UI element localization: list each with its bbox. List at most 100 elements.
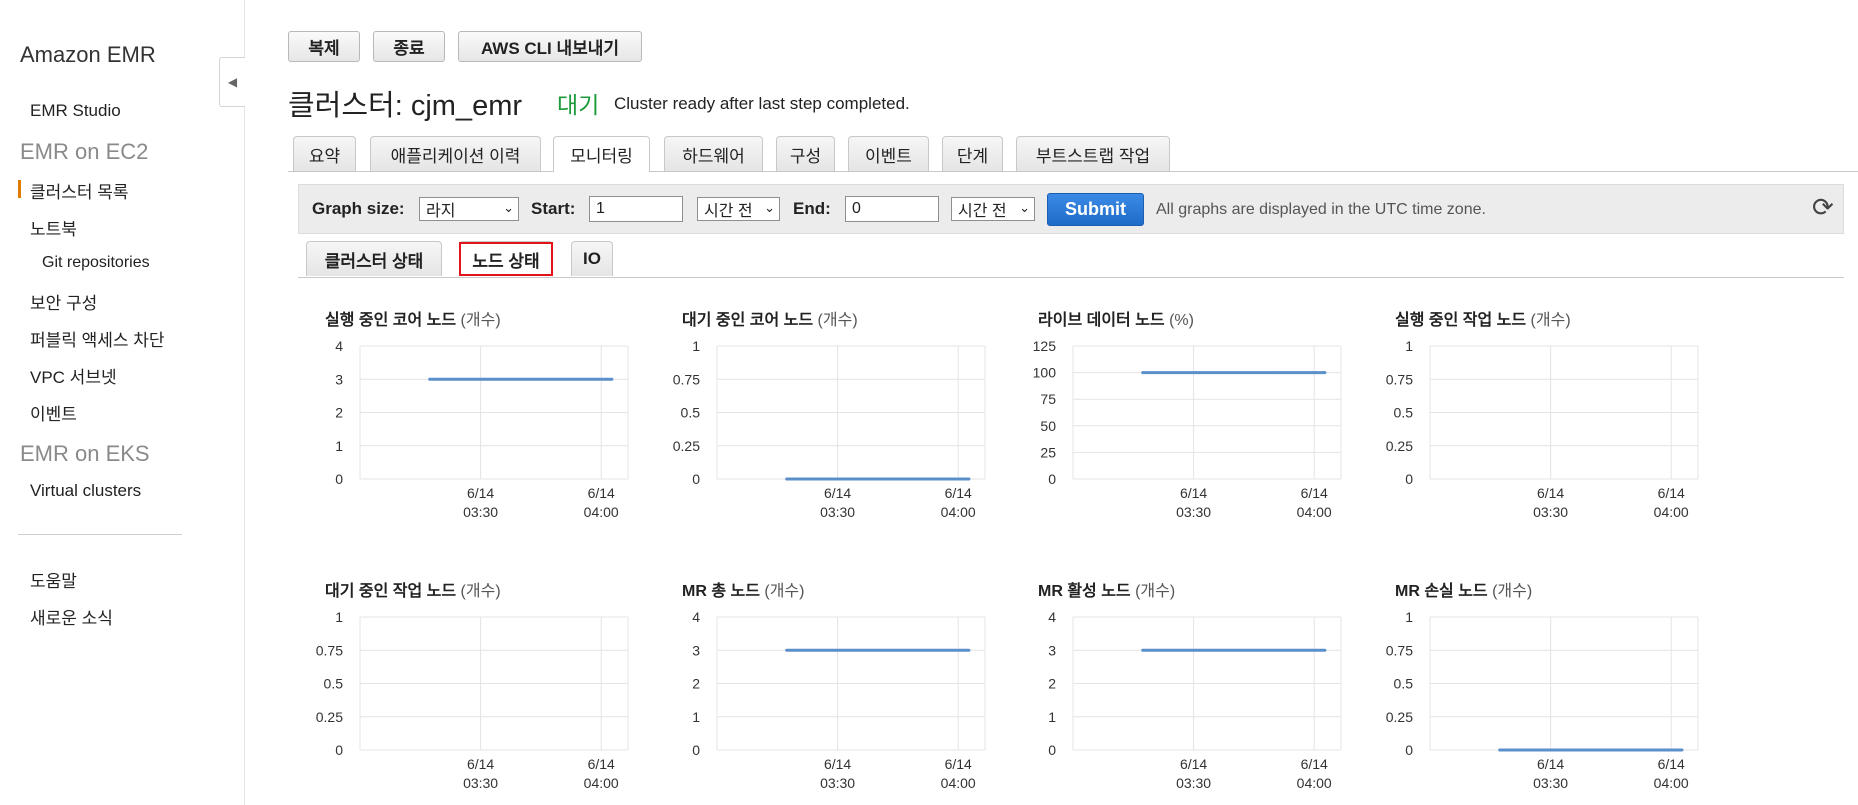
chart-svg: 0 1 2 3 4 6/14 03:30 6/14 04:00: [1048, 609, 1342, 791]
cluster-status: 대기: [557, 92, 600, 118]
x-tick-label: 03:30: [1176, 775, 1211, 791]
chevron-down-icon: ⌄: [1019, 200, 1030, 215]
x-tick-label: 6/14: [1537, 756, 1564, 772]
y-tick-label: 0.75: [1386, 642, 1413, 658]
active-nav-indicator: [18, 180, 21, 198]
sidebar-item-virtual-clusters[interactable]: Virtual clusters: [30, 481, 141, 501]
x-tick-label: 6/14: [1537, 485, 1564, 501]
y-tick-label: 3: [692, 642, 700, 658]
y-tick-label: 1: [1405, 338, 1413, 354]
x-tick-label: 6/14: [1658, 485, 1685, 501]
collapse-sidebar-button[interactable]: ◀: [219, 57, 245, 107]
subtab-node-status[interactable]: 노드 상태: [459, 241, 553, 276]
sidebar-item-emr-studio[interactable]: EMR Studio: [30, 101, 121, 121]
chevron-down-icon: ⌄: [503, 200, 514, 215]
subtab-bar-border: [298, 277, 1844, 278]
x-tick-label: 6/14: [588, 756, 615, 772]
x-tick-label: 04:00: [941, 504, 976, 520]
y-tick-label: 1: [692, 709, 700, 725]
tab-configuration[interactable]: 구성: [776, 136, 835, 171]
y-tick-label: 125: [1033, 338, 1057, 354]
tab-bootstrap-actions[interactable]: 부트스트랩 작업: [1016, 136, 1170, 171]
y-tick-label: 0: [335, 742, 343, 758]
sidebar-item-events[interactable]: 이벤트: [30, 400, 77, 425]
y-tick-label: 0: [692, 471, 700, 487]
graph-size-label: Graph size:: [312, 199, 405, 218]
sidebar-divider: [18, 534, 182, 535]
subtab-io[interactable]: IO: [571, 241, 613, 276]
y-tick-label: 0: [1048, 471, 1056, 487]
x-tick-label: 6/14: [1301, 756, 1328, 772]
graph-size-select[interactable]: 라지 ⌄: [419, 197, 519, 221]
y-tick-label: 4: [335, 338, 343, 354]
sidebar-item-clusters[interactable]: 클러스터 목록: [30, 178, 129, 203]
y-tick-label: 4: [1048, 609, 1056, 625]
tab-events[interactable]: 이벤트: [848, 136, 929, 171]
terminate-button[interactable]: 종료: [373, 31, 445, 62]
sidebar-section-emr-on-ec2: EMR on EC2: [20, 139, 149, 164]
sidebar-item-block-public-access[interactable]: 퍼블릭 액세스 차단: [30, 326, 165, 351]
x-tick-label: 03:30: [463, 775, 498, 791]
sidebar-item-git-repositories[interactable]: Git repositories: [42, 254, 150, 272]
x-tick-label: 04:00: [584, 775, 619, 791]
x-tick-label: 6/14: [824, 485, 851, 501]
start-unit-select[interactable]: 시간 전 ⌄: [697, 197, 780, 221]
chevron-down-icon: ⌄: [764, 200, 775, 215]
y-tick-label: 0.25: [673, 438, 700, 454]
y-tick-label: 3: [335, 371, 343, 387]
x-tick-label: 6/14: [1658, 756, 1685, 772]
x-tick-label: 04:00: [1654, 504, 1689, 520]
utc-note: All graphs are displayed in the UTC time…: [1156, 201, 1486, 218]
chevron-left-icon: ◀: [227, 75, 238, 89]
x-tick-label: 03:30: [463, 504, 498, 520]
x-tick-label: 04:00: [1654, 775, 1689, 791]
y-tick-label: 1: [1405, 609, 1413, 625]
submit-button[interactable]: Submit: [1047, 193, 1144, 226]
chart-2: 라이브 데이터 노드 (%) 0 25 50 75 100 125 6/14 03:30 6/14…: [1011, 306, 1351, 526]
chart-6: MR 활성 노드 (개수) 0 1 2 3 4 6/14 03:30 6/14 04:00: [1011, 577, 1351, 797]
x-tick-label: 6/14: [588, 485, 615, 501]
refresh-icon[interactable]: ⟳: [1812, 192, 1834, 223]
subtab-cluster-status[interactable]: 클러스터 상태: [306, 241, 442, 276]
y-tick-label: 1: [335, 609, 343, 625]
chart-4: 대기 중인 작업 노드 (개수) 0 0.25 0.5 0.75 1 6/14 03:30 6/…: [298, 577, 638, 797]
x-tick-label: 6/14: [945, 485, 972, 501]
y-tick-label: 0: [1405, 471, 1413, 487]
x-tick-label: 6/14: [824, 756, 851, 772]
tab-hardware[interactable]: 하드웨어: [664, 136, 763, 171]
end-unit-select[interactable]: 시간 전 ⌄: [951, 197, 1035, 221]
tab-application-history[interactable]: 애플리케이션 이력: [370, 136, 541, 171]
sidebar-item-notebooks[interactable]: 노트북: [30, 215, 77, 240]
tab-monitoring[interactable]: 모니터링: [553, 136, 650, 172]
sidebar: Amazon EMR EMR Studio EMR on EC2 클러스터 목록…: [0, 0, 245, 805]
sidebar-item-vpc-subnets[interactable]: VPC 서브넷: [30, 363, 117, 388]
export-cli-button[interactable]: AWS CLI 내보내기: [458, 31, 642, 62]
page-title: 클러스터: cjm_emr: [288, 90, 523, 122]
x-tick-label: 03:30: [1176, 504, 1211, 520]
start-input[interactable]: [589, 196, 683, 222]
chart-3: 실행 중인 작업 노드 (개수) 0 0.25 0.5 0.75 1 6/14 03:30 6/…: [1368, 306, 1708, 526]
clone-button[interactable]: 복제: [288, 31, 360, 62]
x-tick-label: 6/14: [945, 756, 972, 772]
sidebar-item-security-configs[interactable]: 보안 구성: [30, 289, 97, 314]
chart-svg: 0 0.25 0.5 0.75 1 6/14 03:30 6/14 04:00: [1386, 338, 1699, 520]
y-tick-label: 0.25: [1386, 438, 1413, 454]
sidebar-item-whats-new[interactable]: 새로운 소식: [30, 604, 113, 629]
end-label: End:: [793, 199, 831, 218]
y-tick-label: 3: [1048, 642, 1056, 658]
y-tick-label: 0.75: [316, 642, 343, 658]
sidebar-item-help[interactable]: 도움말: [30, 567, 77, 592]
graph-size-value: 라지: [426, 203, 456, 220]
x-tick-label: 03:30: [820, 775, 855, 791]
tab-summary[interactable]: 요약: [293, 136, 356, 171]
y-tick-label: 0.5: [1394, 405, 1414, 421]
end-input[interactable]: [845, 196, 939, 222]
app-brand[interactable]: Amazon EMR: [20, 42, 156, 68]
chart-svg: 0 1 2 3 4 6/14 03:30 6/14 04:00: [335, 338, 629, 520]
tab-bar-border: [288, 171, 1858, 172]
tab-steps[interactable]: 단계: [942, 136, 1003, 171]
x-tick-label: 03:30: [1533, 504, 1568, 520]
y-tick-label: 2: [335, 405, 343, 421]
y-tick-label: 0: [1048, 742, 1056, 758]
y-tick-label: 2: [692, 676, 700, 692]
